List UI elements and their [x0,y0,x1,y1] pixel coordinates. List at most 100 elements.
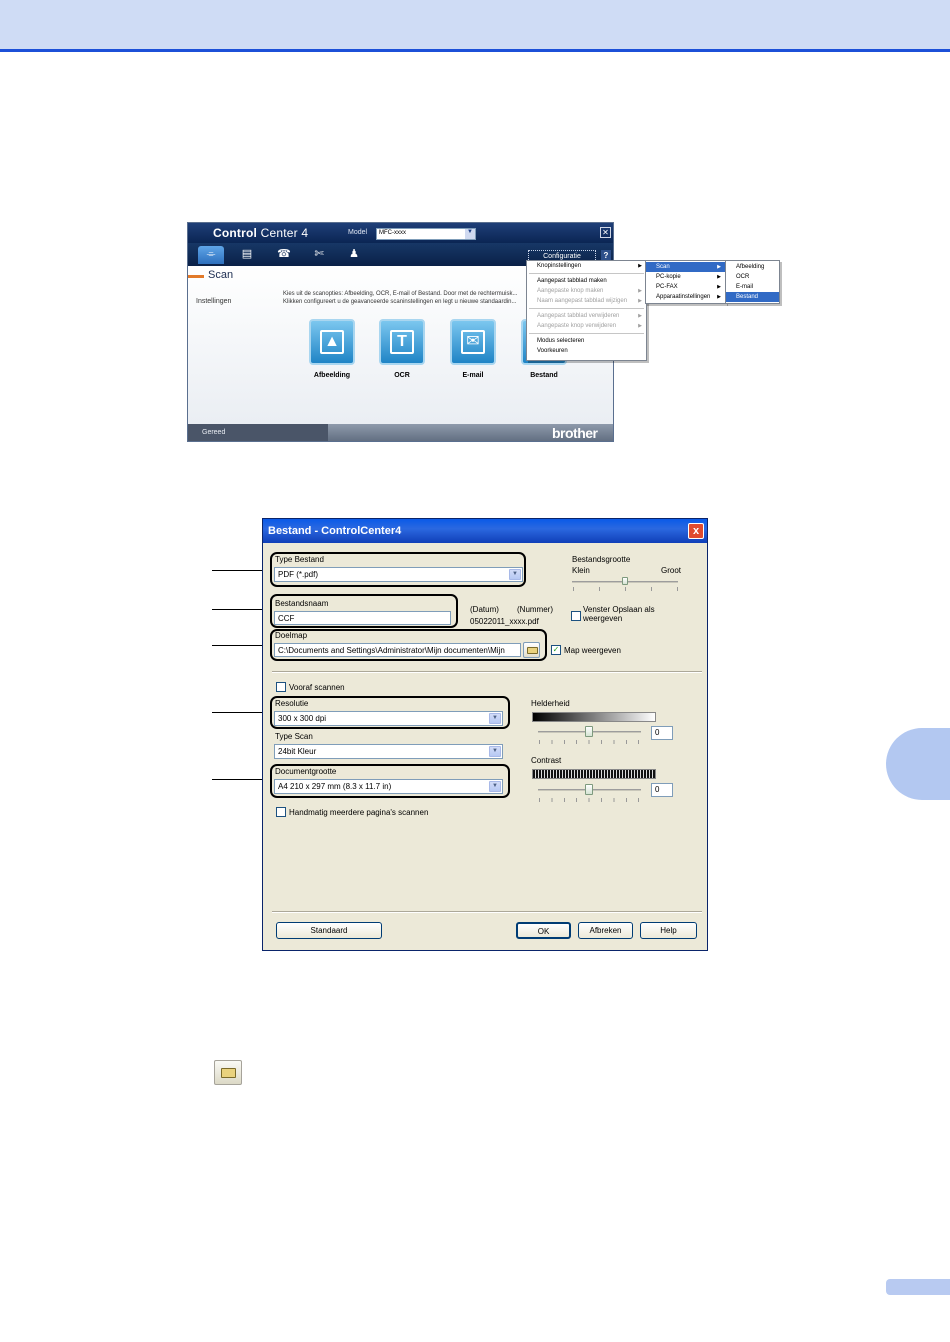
scan-tab-icon[interactable]: ⌯ [198,246,224,264]
device-settings-tab-icon[interactable]: ✄ [306,246,332,264]
menu-item-afbeelding[interactable]: Afbeelding [726,262,779,272]
type-scan-select[interactable]: 24bit Kleur ▼ [274,744,503,759]
close-icon[interactable]: ✕ [600,227,611,238]
pc-copy-tab-icon[interactable]: ▤ [234,246,260,264]
groot-label: Groot [661,566,682,575]
doelmap-input[interactable]: C:\Documents and Settings\Administrator\… [274,643,521,657]
resolutie-select[interactable]: 300 x 300 dpi ▼ [274,711,503,726]
chevron-down-icon[interactable]: ▼ [489,746,501,757]
menu-item-naam-tabblad-wijzigen[interactable]: Naam aangepast tabblad wijzigen ▶ [527,296,646,306]
contrast-slider[interactable] [585,784,593,795]
bestandsgrootte-slider[interactable] [622,577,628,585]
menu-item-label: Naam aangepast tabblad wijzigen [537,298,628,304]
cc-logo-thin: Center 4 [257,226,309,240]
contrast-label: Contrast [531,756,562,765]
documentgrootte-value: A4 210 x 297 mm (8.3 x 11.7 in) [278,782,392,791]
folder-icon [221,1068,236,1078]
type-bestand-select[interactable]: PDF (*.pdf) ▼ [274,567,523,582]
menu-separator [529,333,644,334]
ok-button[interactable]: OK [516,922,571,939]
menu-item-knopinstellingen[interactable]: Knopinstellingen ▶ [527,261,646,271]
cc-description: Kies uit de scanopties: Afbeelding, OCR,… [283,291,518,305]
bestandsnaam-label: Bestandsnaam [275,599,329,608]
cc-btn-label: Afbeelding [313,372,351,379]
cc-btn-label: OCR [394,372,410,379]
bestandsnaam-input[interactable]: CCF [274,611,451,625]
cc-logo-bold: Control [213,226,258,240]
nummer-label: (Nummer) [517,605,553,614]
menu-item-label: Aangepast tabblad verwijderen [537,313,620,319]
helderheid-input[interactable]: 0 [651,726,673,740]
menu-item-modus-selecteren[interactable]: Modus selecteren [527,336,646,346]
menu-item-email[interactable]: E-mail [726,282,779,292]
chevron-down-icon[interactable]: ▼ [465,229,475,239]
datum-label: (Datum) [470,605,499,614]
menu-item-label: Modus selecteren [537,338,585,344]
section-accent [188,275,204,278]
cc-status-bar: Gereed brother [188,424,613,441]
image-icon: ▲ [320,330,344,354]
pc-fax-tab-icon[interactable]: ☎ [271,246,297,264]
vooraf-scannen-checkbox[interactable] [276,682,286,692]
email-button[interactable]: ✉ [450,319,496,365]
chapter-side-tab [886,728,950,800]
brother-logo: brother [552,425,598,441]
handmatig-checkbox[interactable] [276,807,286,817]
chevron-down-icon[interactable]: ▼ [509,569,521,580]
browse-folder-button[interactable] [523,642,540,658]
contrast-ticks [539,798,641,802]
cc-instellingen-link[interactable]: Instellingen [196,298,231,305]
resolutie-label: Resolutie [275,699,309,708]
documentgrootte-select[interactable]: A4 210 x 297 mm (8.3 x 11.7 in) ▼ [274,779,503,794]
type-scan-value: 24bit Kleur [278,747,317,756]
menu-item-pc-kopie[interactable]: PC-kopie ▶ [646,272,725,282]
menu-item-voorkeuren[interactable]: Voorkeuren [527,346,646,356]
menu-item-aangepast-tabblad-maken[interactable]: Aangepast tabblad maken [527,276,646,286]
afbreken-button[interactable]: Afbreken [578,922,633,939]
context-menu-knopinstellingen: Scan ▶ PC-kopie ▶ PC-FAX ▶ Apparaatinstelli… [645,260,726,304]
chevron-right-icon: ▶ [717,274,721,280]
menu-item-apparaatinstellingen[interactable]: Apparaatinstellingen ▶ [646,292,725,302]
cc-titlebar: Control Center 4 Model MFC-xxxx ▼ ✕ [188,223,613,243]
afbeelding-button[interactable]: ▲ [309,319,355,365]
menu-separator [529,308,644,309]
menu-item-pc-fax[interactable]: PC-FAX ▶ [646,282,725,292]
menu-item-tabblad-verwijderen[interactable]: Aangepast tabblad verwijderen ▶ [527,311,646,321]
menu-item-knop-verwijderen[interactable]: Aangepaste knop verwijderen ▶ [527,321,646,331]
menu-item-label: Aangepast tabblad maken [537,278,607,284]
menu-item-bestand[interactable]: Bestand [726,292,779,302]
type-scan-label: Type Scan [275,732,313,741]
type-bestand-label: Type Bestand [275,555,324,564]
chevron-down-icon[interactable]: ▼ [489,713,501,724]
chevron-right-icon: ▶ [717,264,721,270]
bestand-dialog: Bestand - ControlCenter4 x Type Bestand … [262,518,708,951]
menu-item-aangepaste-knop-maken[interactable]: Aangepaste knop maken ▶ [527,286,646,296]
ocr-button[interactable]: T [379,319,425,365]
cc-model-select[interactable]: MFC-xxxx ▼ [376,228,476,240]
contrast-input[interactable]: 0 [651,783,673,797]
klein-label: Klein [572,566,590,575]
map-weergeven-checkbox[interactable]: ✓ [551,645,561,655]
helderheid-label: Helderheid [531,699,570,708]
chevron-right-icon: ▶ [638,298,642,304]
menu-item-ocr[interactable]: OCR [726,272,779,282]
map-weergeven-label: Map weergeven [564,646,621,655]
help-button[interactable]: Help [640,922,697,939]
close-icon[interactable]: x [688,523,704,539]
helderheid-slider[interactable] [585,726,593,737]
chevron-right-icon: ▶ [638,313,642,319]
naam-voorbeeld: 05022011_xxxx.pdf [470,617,539,626]
cc-btn-label: E-mail [462,372,484,379]
support-tab-icon[interactable]: ♟ [341,246,367,264]
chevron-down-icon[interactable]: ▼ [489,781,501,792]
page-header-band [0,0,950,52]
venster-opslaan-checkbox[interactable] [571,611,581,621]
menu-item-label: Afbeelding [736,264,765,270]
menu-item-scan[interactable]: Scan ▶ [646,262,725,272]
menu-separator [529,273,644,274]
cc-btn-label: Bestand [530,372,558,379]
resolutie-value: 300 x 300 dpi [278,714,327,723]
cc-logo: Control Center 4 [213,226,308,240]
standaard-button[interactable]: Standaard [276,922,382,939]
menu-item-label: Scan [656,264,670,270]
